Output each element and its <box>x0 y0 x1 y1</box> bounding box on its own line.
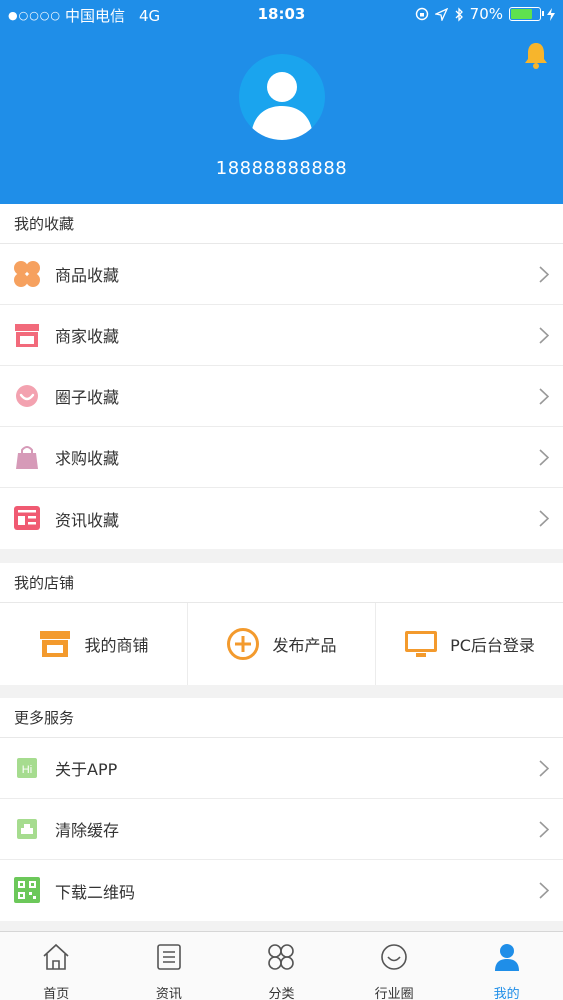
battery-icon <box>509 7 544 21</box>
pc-admin-login-button[interactable]: PC后台登录 <box>376 603 563 685</box>
tab-label: 行业圈 <box>374 987 414 1000</box>
qrcode-icon <box>14 877 40 903</box>
tab-label: 我的 <box>493 987 520 1000</box>
bell-icon[interactable] <box>521 40 551 70</box>
favorite-item-requests[interactable]: 求购收藏 <box>0 427 563 488</box>
avatar[interactable] <box>239 54 325 140</box>
chevron-right-icon <box>539 266 549 283</box>
tab-news[interactable]: 资讯 <box>113 932 226 1000</box>
chevron-right-icon <box>539 388 549 405</box>
circle-smile-icon <box>381 944 407 970</box>
tab-label: 资讯 <box>155 987 182 1000</box>
service-item-clear-cache[interactable]: 清除缓存 <box>0 799 563 860</box>
tab-label: 首页 <box>43 987 70 1000</box>
location-icon <box>434 7 448 21</box>
battery-percent: 70% <box>469 5 503 23</box>
chevron-right-icon <box>539 760 549 777</box>
charging-icon <box>547 7 555 21</box>
favorite-item-merchants[interactable]: 商家收藏 <box>0 305 563 366</box>
chevron-right-icon <box>539 327 549 344</box>
service-item-label: 清除缓存 <box>55 821 120 840</box>
user-phone: 18888888888 <box>215 158 348 179</box>
storefront-icon <box>15 324 39 347</box>
svg-text:Hi: Hi <box>22 764 32 776</box>
clear-cache-icon <box>17 819 37 839</box>
tab-industry-circle[interactable]: 行业圈 <box>338 932 451 1000</box>
store-icon <box>40 631 71 657</box>
favorite-item-products[interactable]: 商品收藏 <box>0 244 563 305</box>
section-title-favorites: 我的收藏 <box>0 204 563 244</box>
profile-header: ●○○○○ 中国电信 4G 18:03 70% 18888888888 <box>0 0 563 204</box>
bottom-tab-bar: 首页 资讯 分类 行业圈 我的 <box>0 931 563 1000</box>
home-icon <box>43 943 69 970</box>
tab-home[interactable]: 首页 <box>0 932 113 1000</box>
section-title-services: 更多服务 <box>0 698 563 738</box>
plus-circle-icon <box>227 628 260 660</box>
default-user-icon <box>251 72 313 140</box>
publish-product-button[interactable]: 发布产品 <box>188 603 376 685</box>
favorite-item-label: 资讯收藏 <box>55 510 120 530</box>
chevron-right-icon <box>539 449 549 466</box>
favorite-item-news[interactable]: 资讯收藏 <box>0 488 563 549</box>
news-list-icon <box>157 944 181 970</box>
user-icon <box>494 944 519 971</box>
service-item-qrcode[interactable]: 下载二维码 <box>0 860 563 921</box>
category-icon <box>268 944 295 970</box>
hi-icon: Hi <box>17 758 37 778</box>
favorites-section: 我的收藏 商品收藏 商家收藏 圈子收藏 求购收藏 资讯收藏 <box>0 204 563 549</box>
tab-category[interactable]: 分类 <box>225 932 338 1000</box>
status-bar: ●○○○○ 中国电信 4G 18:03 70% <box>0 0 563 30</box>
monitor-icon <box>405 631 438 657</box>
store-section: 我的店铺 我的商铺 发布产品 PC后台登录 <box>0 563 563 685</box>
services-section: 更多服务 Hi 关于APP 清除缓存 下载二维码 <box>0 698 563 921</box>
rotation-lock-icon <box>415 7 428 21</box>
chevron-right-icon <box>539 821 549 838</box>
my-store-label: 我的商铺 <box>84 636 149 655</box>
chevron-right-icon <box>539 510 549 527</box>
tab-mine[interactable]: 我的 <box>450 932 563 1000</box>
my-store-button[interactable]: 我的商铺 <box>0 603 188 685</box>
service-item-label: 关于APP <box>55 760 118 779</box>
service-item-label: 下载二维码 <box>55 882 136 902</box>
service-item-about[interactable]: Hi 关于APP <box>0 738 563 799</box>
section-title-store: 我的店铺 <box>0 563 563 603</box>
clover-icon <box>14 261 40 287</box>
favorite-item-label: 求购收藏 <box>55 449 120 468</box>
shopping-bag-icon <box>16 446 38 469</box>
publish-product-label: 发布产品 <box>272 636 337 655</box>
bluetooth-icon <box>455 6 463 22</box>
favorite-item-label: 商家收藏 <box>55 327 120 346</box>
favorite-item-label: 商品收藏 <box>55 266 120 285</box>
store-actions: 我的商铺 发布产品 PC后台登录 <box>0 603 563 685</box>
favorite-item-circles[interactable]: 圈子收藏 <box>0 366 563 427</box>
pc-admin-login-label: PC后台登录 <box>450 636 535 655</box>
tab-label: 分类 <box>268 987 295 1000</box>
chevron-right-icon <box>539 882 549 899</box>
newspaper-icon <box>14 506 40 530</box>
favorite-item-label: 圈子收藏 <box>55 388 120 407</box>
smile-circle-icon <box>16 385 38 407</box>
